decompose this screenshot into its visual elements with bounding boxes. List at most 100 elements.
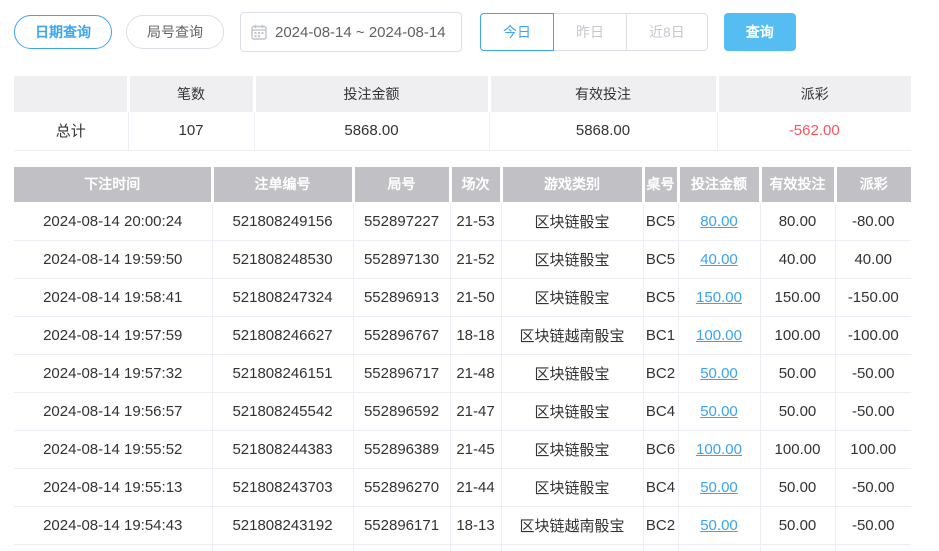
cell-valid-bet: 50.00 — [760, 354, 836, 393]
quick-range-group: 今日 昨日 近8日 — [480, 13, 708, 51]
range-today-button[interactable]: 今日 — [480, 13, 554, 51]
cell-round-id: 552897227 — [353, 202, 451, 241]
cell-valid-bet: 50.00 — [760, 506, 836, 545]
summary-payout-value: -562.00 — [717, 112, 911, 151]
cell-bet-amount: 40.00 — [678, 240, 761, 279]
cell-bet-amount: 50.00 — [678, 392, 761, 431]
cell-bet-amount: 50.00 — [678, 468, 761, 507]
table-row-partial — [14, 544, 911, 551]
summary-header-bet-amount: 投注金额 — [254, 76, 491, 112]
summary-total-row: 总计 107 5868.00 5868.00 -562.00 — [14, 112, 911, 151]
cell-round-id: 552896171 — [353, 506, 451, 545]
cell-session: 21-50 — [450, 278, 502, 317]
cell-payout: -100.00 — [835, 316, 911, 355]
cell-valid-bet: 150.00 — [760, 278, 836, 317]
cell-valid-bet: 100.00 — [760, 430, 836, 469]
cell-table-no: BC6 — [643, 430, 679, 469]
round-query-button[interactable]: 局号查询 — [126, 15, 224, 49]
cell-bet-time: 2024-08-14 19:59:50 — [14, 240, 213, 279]
header-bet-id: 注单编号 — [212, 166, 355, 204]
cell-bet-id: 521808246627 — [212, 316, 354, 355]
table-row: 2024-08-14 19:59:50 521808248530 5528971… — [14, 240, 911, 279]
cell-bet-id: 521808243703 — [212, 468, 354, 507]
date-range-value: 2024-08-14 ~ 2024-08-14 — [275, 23, 446, 41]
cell-game-type: 区块链骰宝 — [501, 468, 644, 507]
cell-bet-amount: 50.00 — [678, 354, 761, 393]
date-range-input[interactable]: 2024-08-14 ~ 2024-08-14 — [240, 12, 462, 52]
bet-amount-link[interactable]: 100.00 — [696, 327, 742, 344]
cell-valid-bet: 40.00 — [760, 240, 836, 279]
cell-bet-id: 521808247324 — [212, 278, 354, 317]
cell-table-no: BC5 — [643, 240, 679, 279]
table-row: 2024-08-14 19:57:59 521808246627 5528967… — [14, 316, 911, 355]
cell-session: 21-48 — [450, 354, 502, 393]
cell-game-type: 区块链骰宝 — [501, 240, 644, 279]
cell-table-no: BC2 — [643, 354, 679, 393]
header-payout: 派彩 — [835, 166, 911, 204]
cell-bet-amount: 100.00 — [678, 430, 761, 469]
table-row: 2024-08-14 19:55:52 521808244383 5528963… — [14, 430, 911, 469]
bet-amount-link[interactable]: 40.00 — [700, 251, 738, 268]
cell-bet-time: 2024-08-14 19:56:57 — [14, 392, 213, 431]
summary-header-payout: 派彩 — [717, 76, 911, 112]
summary-header-blank — [14, 76, 130, 112]
bet-amount-link[interactable]: 50.00 — [700, 479, 738, 496]
cell-bet-time: 2024-08-14 19:54:43 — [14, 506, 213, 545]
table-row: 2024-08-14 20:00:24 521808249156 5528972… — [14, 202, 911, 241]
summary-total-label: 总计 — [14, 112, 129, 151]
cell-valid-bet: 80.00 — [760, 202, 836, 241]
header-round-id: 局号 — [353, 166, 452, 204]
bet-amount-link[interactable]: 50.00 — [700, 517, 738, 534]
bet-amount-link[interactable]: 50.00 — [700, 365, 738, 382]
cell-table-no: BC4 — [643, 468, 679, 507]
cell-session: 18-13 — [450, 506, 502, 545]
range-yesterday-button[interactable]: 昨日 — [553, 13, 627, 51]
cell-bet-id: 521808245542 — [212, 392, 354, 431]
cell-bet-time: 2024-08-14 19:57:32 — [14, 354, 213, 393]
cell-game-type: 区块链骰宝 — [501, 202, 644, 241]
cell-table-no: BC5 — [643, 202, 679, 241]
summary-bet-amount-value: 5868.00 — [254, 112, 490, 151]
bet-table-body: 2024-08-14 20:00:24 521808249156 5528972… — [14, 202, 911, 545]
bet-records-table: 下注时间 注单编号 局号 场次 游戏类别 桌号 投注金额 有效投注 派彩 202… — [14, 166, 911, 551]
query-submit-button[interactable]: 查询 — [723, 13, 796, 51]
bet-history-page: 日期查询 局号查询 2024-08-14 ~ 2024-08-14 今日 昨日 … — [0, 0, 939, 551]
cell-payout: -50.00 — [835, 354, 911, 393]
cell-bet-amount: 100.00 — [678, 316, 761, 355]
cell-round-id: 552896270 — [353, 468, 451, 507]
bet-amount-link[interactable]: 150.00 — [696, 289, 742, 306]
cell-payout: 40.00 — [835, 240, 911, 279]
cell-bet-amount: 150.00 — [678, 278, 761, 317]
calendar-icon — [251, 24, 267, 40]
bet-amount-link[interactable]: 50.00 — [700, 403, 738, 420]
cell-bet-time: 2024-08-14 19:58:41 — [14, 278, 213, 317]
cell-bet-id: 521808248530 — [212, 240, 354, 279]
cell-payout: -80.00 — [835, 202, 911, 241]
cell-valid-bet: 100.00 — [760, 316, 836, 355]
cell-bet-amount: 50.00 — [678, 506, 761, 545]
summary-header-valid-bet: 有效投注 — [489, 76, 719, 112]
cell-bet-id: 521808244383 — [212, 430, 354, 469]
cell-game-type: 区块链越南骰宝 — [501, 316, 644, 355]
cell-table-no: BC2 — [643, 506, 679, 545]
cell-round-id: 552896717 — [353, 354, 451, 393]
summary-table: 笔数 投注金额 有效投注 派彩 总计 107 5868.00 5868.00 -… — [14, 76, 911, 151]
cell-session: 21-47 — [450, 392, 502, 431]
cell-bet-time: 2024-08-14 19:55:13 — [14, 468, 213, 507]
cell-session: 21-53 — [450, 202, 502, 241]
range-last8-button[interactable]: 近8日 — [626, 13, 708, 51]
cell-bet-id: 521808246151 — [212, 354, 354, 393]
cell-round-id: 552897130 — [353, 240, 451, 279]
cell-bet-time: 2024-08-14 20:00:24 — [14, 202, 213, 241]
cell-table-no: BC5 — [643, 278, 679, 317]
cell-bet-time: 2024-08-14 19:55:52 — [14, 430, 213, 469]
table-row: 2024-08-14 19:54:43 521808243192 5528961… — [14, 506, 911, 545]
cell-table-no: BC4 — [643, 392, 679, 431]
bet-amount-link[interactable]: 80.00 — [700, 213, 738, 230]
cell-bet-id: 521808243192 — [212, 506, 354, 545]
bet-amount-link[interactable]: 100.00 — [696, 441, 742, 458]
cell-session: 21-52 — [450, 240, 502, 279]
date-query-button[interactable]: 日期查询 — [14, 15, 112, 49]
cell-payout: -50.00 — [835, 468, 911, 507]
summary-header-count: 笔数 — [128, 76, 256, 112]
